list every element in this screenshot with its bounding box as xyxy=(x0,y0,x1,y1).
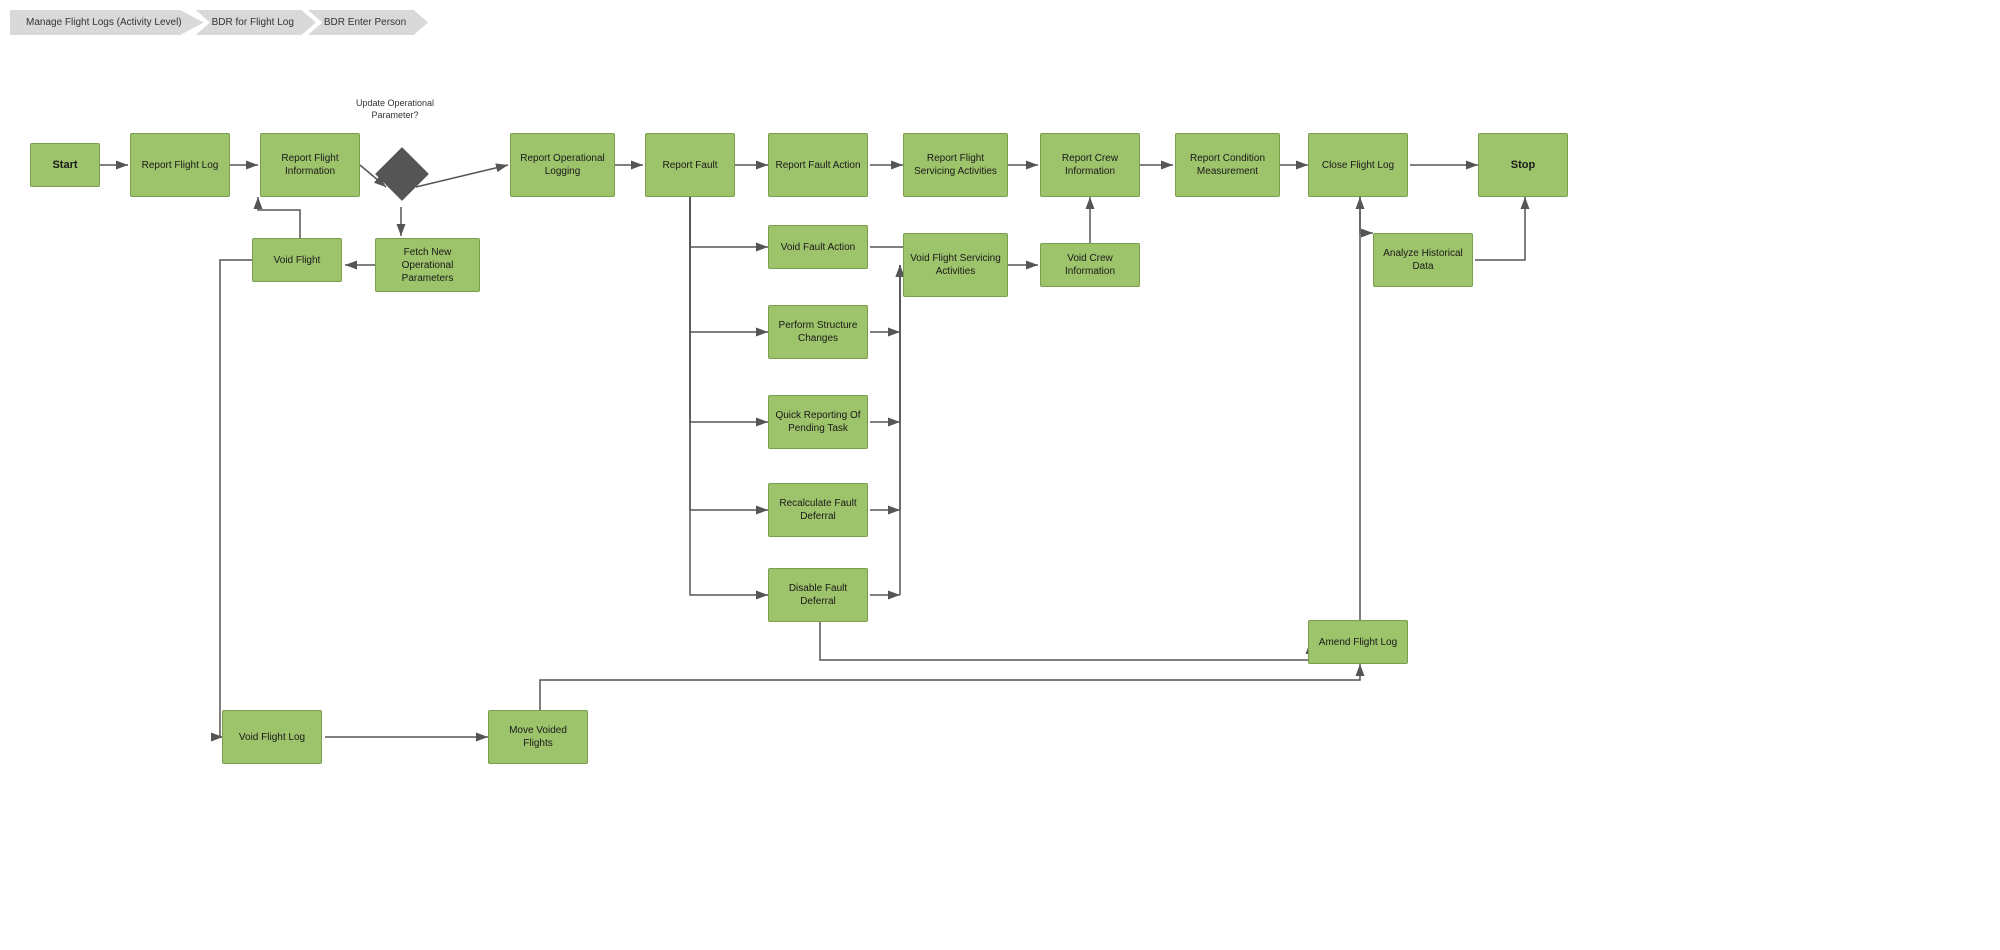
quick-reporting-box[interactable]: Quick Reporting Of Pending Task xyxy=(768,395,868,449)
start-terminal: Start xyxy=(30,143,100,187)
breadcrumb-1[interactable]: Manage Flight Logs (Activity Level) xyxy=(10,10,204,35)
fetch-new-op-box[interactable]: Fetch New Operational Parameters xyxy=(375,238,480,292)
breadcrumb-2[interactable]: BDR for Flight Log xyxy=(196,10,316,35)
report-crew-info-box[interactable]: Report Crew Information xyxy=(1040,133,1140,197)
void-flight-box[interactable]: Void Flight xyxy=(252,238,342,282)
move-voided-flights-box[interactable]: Move Voided Flights xyxy=(488,710,588,764)
report-flight-servicing-box[interactable]: Report Flight Servicing Activities xyxy=(903,133,1008,197)
disable-fault-box[interactable]: Disable Fault Deferral xyxy=(768,568,868,622)
breadcrumb-area: Manage Flight Logs (Activity Level) BDR … xyxy=(10,10,428,35)
stop-terminal: Stop xyxy=(1478,133,1568,197)
recalculate-box[interactable]: Recalculate Fault Deferral xyxy=(768,483,868,537)
breadcrumb-3[interactable]: BDR Enter Person xyxy=(308,10,428,35)
update-op-param-label: Update Operational Parameter? xyxy=(340,98,450,121)
void-fault-action-box[interactable]: Void Fault Action xyxy=(768,225,868,269)
report-fault-box[interactable]: Report Fault xyxy=(645,133,735,197)
update-op-param-diamond xyxy=(375,147,429,201)
report-fault-action-box[interactable]: Report Fault Action xyxy=(768,133,868,197)
diagram-container: Manage Flight Logs (Activity Level) BDR … xyxy=(0,0,2000,950)
void-flight-log-box[interactable]: Void Flight Log xyxy=(222,710,322,764)
void-crew-info-box[interactable]: Void Crew Information xyxy=(1040,243,1140,287)
report-flight-log-box[interactable]: Report Flight Log xyxy=(130,133,230,197)
analyze-historical-box[interactable]: Analyze Historical Data xyxy=(1373,233,1473,287)
perform-structure-box[interactable]: Perform Structure Changes xyxy=(768,305,868,359)
amend-flight-log-box[interactable]: Amend Flight Log xyxy=(1308,620,1408,664)
report-op-logging-box[interactable]: Report Operational Logging xyxy=(510,133,615,197)
report-condition-box[interactable]: Report Condition Measurement xyxy=(1175,133,1280,197)
report-flight-info-box[interactable]: Report Flight Information xyxy=(260,133,360,197)
close-flight-log-box[interactable]: Close Flight Log xyxy=(1308,133,1408,197)
void-flight-servicing-box[interactable]: Void Flight Servicing Activities xyxy=(903,233,1008,297)
